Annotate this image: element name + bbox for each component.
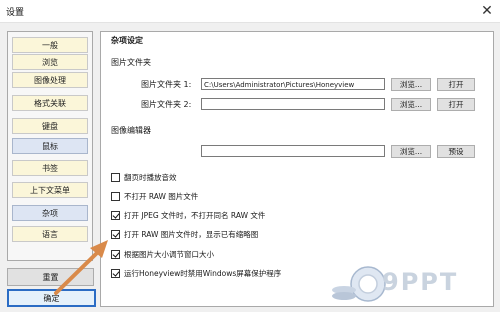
checkbox-auto-resize[interactable] [111, 250, 120, 259]
option-label: 翻页时播放音效 [124, 173, 177, 182]
editor-default-button[interactable]: 预设 [437, 145, 475, 158]
check-icon [112, 250, 120, 258]
folder2-browse-button[interactable]: 浏览... [391, 98, 431, 111]
editor-browse-button[interactable]: 浏览... [391, 145, 431, 158]
folder2-open-button[interactable]: 打开 [437, 98, 475, 111]
checkbox-no-raw[interactable] [111, 192, 120, 201]
folder1-open-button[interactable]: 打开 [437, 78, 475, 91]
sidebar-item-browse[interactable]: 浏览 [12, 54, 88, 70]
sidebar-item-bookmarks[interactable]: 书签 [12, 160, 88, 176]
check-icon [112, 211, 120, 219]
image-editor-heading: 图像编辑器 [111, 126, 151, 135]
folder1-input[interactable]: C:\Users\Administrator\Pictures\Honeyvie… [201, 78, 385, 90]
checkbox-disable-screensaver[interactable] [111, 269, 120, 278]
option-jpeg-skip-raw[interactable]: 打开 JPEG 文件时，不打开同名 RAW 文件 [111, 210, 265, 221]
watermark-text: 9PPT [382, 268, 459, 296]
option-label: 根据图片大小调节窗口大小 [124, 250, 214, 259]
option-auto-resize[interactable]: 根据图片大小调节窗口大小 [111, 249, 214, 260]
sidebar-item-keyboard[interactable]: 键盘 [12, 118, 88, 134]
image-editor-input[interactable] [201, 145, 385, 157]
sidebar-item-language[interactable]: 语言 [12, 226, 88, 242]
checkbox-jpeg-skip-raw[interactable] [111, 211, 120, 220]
option-no-raw[interactable]: 不打开 RAW 图片文件 [111, 191, 198, 202]
folder1-browse-button[interactable]: 浏览... [391, 78, 431, 91]
sidebar-item-context-menu[interactable]: 上下文菜单 [12, 182, 88, 198]
ok-button[interactable]: 确定 [7, 289, 96, 307]
option-disable-screensaver[interactable]: 运行Honeyview时禁用Windows屏幕保护程序 [111, 268, 281, 279]
option-raw-thumbnail[interactable]: 打开 RAW 图片文件时，显示已有缩略图 [111, 229, 258, 240]
folder2-label: 图片文件夹 2: [141, 100, 192, 109]
folder1-label: 图片文件夹 1: [141, 80, 192, 89]
sidebar-item-general[interactable]: 一般 [12, 37, 88, 53]
section-title: 杂项设定 [111, 36, 143, 45]
checkbox-page-sound[interactable] [111, 173, 120, 182]
sidebar-item-mouse[interactable]: 鼠标 [12, 138, 88, 154]
option-page-sound[interactable]: 翻页时播放音效 [111, 172, 177, 183]
checkbox-raw-thumbnail[interactable] [111, 230, 120, 239]
title-bar: 设置 ✕ [0, 0, 500, 23]
option-label: 打开 JPEG 文件时，不打开同名 RAW 文件 [124, 211, 266, 220]
reset-button[interactable]: 重置 [7, 268, 94, 286]
check-icon [112, 230, 120, 238]
sidebar-item-assoc[interactable]: 格式关联 [12, 95, 88, 111]
sidebar-item-image-proc[interactable]: 图像处理 [12, 72, 88, 88]
folder2-input[interactable] [201, 98, 385, 110]
option-label: 不打开 RAW 图片文件 [124, 192, 199, 201]
watermark-logo: 9PPT [330, 262, 500, 312]
sidebar: 一般 浏览 图像处理 格式关联 键盘 鼠标 书签 上下文菜单 杂项 语言 [7, 31, 93, 261]
window-title: 设置 [6, 8, 25, 18]
image-folder-heading: 图片文件夹 [111, 58, 151, 67]
close-icon[interactable]: ✕ [474, 0, 500, 22]
option-label: 打开 RAW 图片文件时，显示已有缩略图 [124, 230, 259, 239]
option-label: 运行Honeyview时禁用Windows屏幕保护程序 [124, 269, 282, 278]
sidebar-item-misc[interactable]: 杂项 [12, 205, 88, 221]
check-icon [112, 269, 120, 277]
